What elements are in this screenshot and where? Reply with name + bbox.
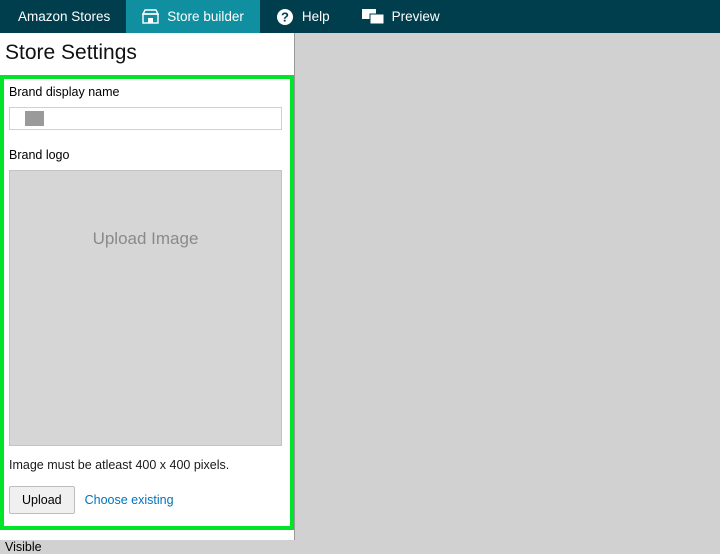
- nav-help[interactable]: ? Help: [260, 0, 346, 33]
- preview-icon: [362, 9, 384, 25]
- storefront-icon: [142, 9, 159, 24]
- brand-logo-upload-area[interactable]: Upload Image: [9, 170, 282, 446]
- nav-store-builder-label: Store builder: [167, 9, 244, 24]
- nav-amazon-stores-label: Amazon Stores: [18, 9, 110, 24]
- choose-existing-link[interactable]: Choose existing: [85, 493, 174, 507]
- image-size-hint: Image must be atleast 400 x 400 pixels.: [9, 458, 287, 472]
- brand-display-input[interactable]: [9, 107, 282, 130]
- upload-button[interactable]: Upload: [9, 486, 75, 514]
- nav-help-label: Help: [302, 9, 330, 24]
- visible-label: Visible: [0, 530, 294, 554]
- nav-store-builder[interactable]: Store builder: [126, 0, 260, 33]
- main-canvas: [295, 33, 720, 540]
- top-nav: Amazon Stores Store builder ? Help P: [0, 0, 720, 33]
- upload-placeholder-text: Upload Image: [93, 229, 199, 249]
- input-cursor-chip: [25, 111, 44, 126]
- nav-amazon-stores[interactable]: Amazon Stores: [0, 0, 126, 33]
- brand-display-label: Brand display name: [9, 85, 287, 99]
- settings-form: Brand display name Brand logo Upload Ima…: [0, 75, 294, 530]
- sidebar: Store Settings Brand display name Brand …: [0, 33, 295, 540]
- brand-logo-label: Brand logo: [9, 148, 287, 162]
- page-title: Store Settings: [0, 33, 294, 75]
- nav-preview-label: Preview: [392, 9, 440, 24]
- upload-actions: Upload Choose existing: [9, 486, 287, 514]
- help-icon: ?: [276, 8, 294, 26]
- nav-preview[interactable]: Preview: [346, 0, 456, 33]
- svg-text:?: ?: [281, 9, 289, 24]
- content: Store Settings Brand display name Brand …: [0, 33, 720, 540]
